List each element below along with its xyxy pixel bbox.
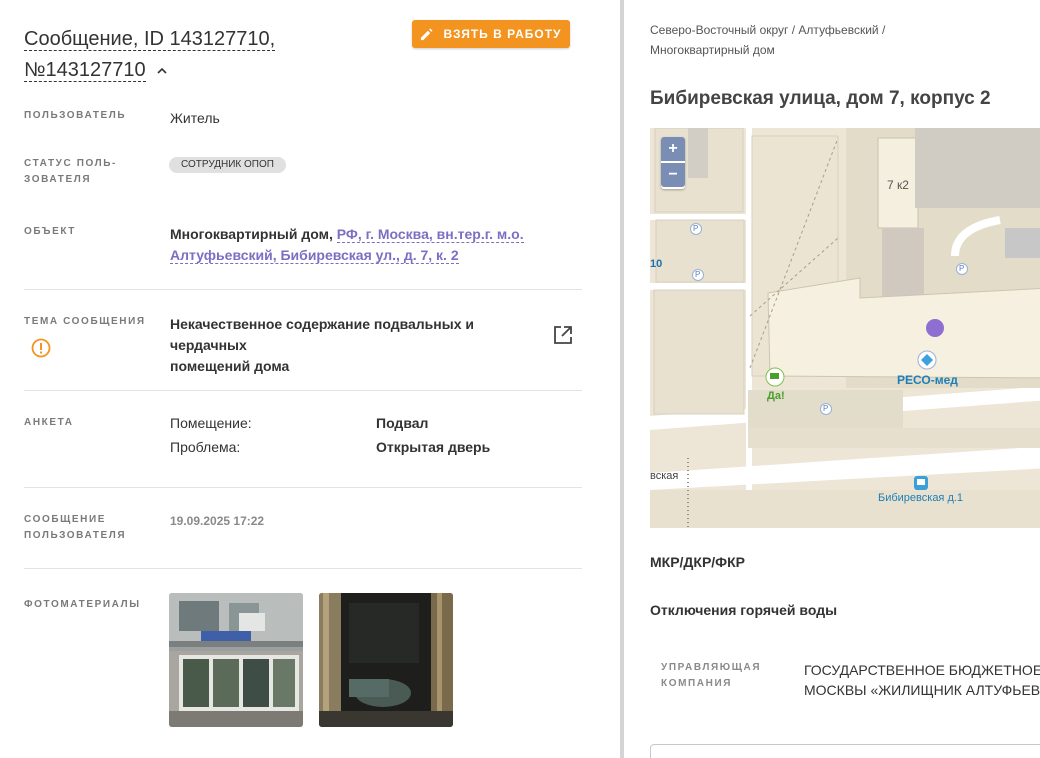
management-company-label-2: КОМПАНИЯ [661,678,733,689]
mkr-section-title: МКР/ДКР/ФКР [650,554,746,570]
management-company-label-1: УПРАВЛЯЮЩАЯ [661,662,762,673]
message-title-line1: Сообщение, ID 143127710, [24,28,276,51]
breadcrumb-line2: Многоквартирный дом [650,43,775,57]
object-address-link-1[interactable]: РФ, г. Москва, вн.тер.г. м.о. [336,226,524,243]
message-title[interactable]: Сообщение, ID 143127710, №143127710 [24,24,404,86]
map-street-label: вская [650,470,679,482]
divider [24,487,582,488]
topic-value: Некачественное содержание подвальных и ч… [170,314,540,377]
map-parking-label: P [959,264,965,273]
form-value-problem: Открытая дверь [376,439,491,455]
management-company-value-2: МОСКВЫ «ЖИЛИЩНИК АЛТУФЬЕВСК [804,682,1040,698]
map-bus-stop[interactable]: Бибиревская д.1 [878,492,963,504]
form-key-room: Помещение: [170,415,252,431]
divider [24,390,582,391]
object-address-title: Бибиревская улица, дом 7, корпус 2 [650,88,991,109]
user-message-date: 19.09.2025 17:22 [170,514,265,528]
object-type: Многоквартирный дом, [170,226,333,242]
map[interactable]: + − 7 к2 РЕСО-мед Да! Бибиревская д.1 вс… [650,128,1040,528]
status-badge: СОТРУДНИК ОПОП [169,157,286,173]
map-building-label: 7 к2 [887,178,909,192]
warning-icon [31,338,51,358]
topic-value-line1: Некачественное содержание подвальных и ч… [170,316,474,353]
user-status-label-2: ЗОВАТЕЛЯ [24,174,92,185]
form-label: АНКЕТА [24,417,74,428]
map-parking-label: P [695,270,701,279]
object-label: ОБЪЕКТ [24,226,77,237]
user-message-label-2: ПОЛЬЗОВАТЕЛЯ [24,530,127,541]
form-value-room: Подвал [376,415,429,431]
map-zoom-in-button[interactable]: + [661,137,685,161]
object-address-link-2[interactable]: Алтуфьевский, Бибиревская ул., д. 7, к. … [170,247,459,264]
user-message-label-1: СООБЩЕНИЕ [24,514,107,525]
breadcrumb-line1: Северо-Восточный округ / Алтуфьевский / [650,23,886,37]
map-zoom-controls: + − [661,137,685,189]
open-external-icon[interactable] [553,325,573,345]
object-value: Многоквартирный дом, РФ, г. Москва, вн.т… [170,224,530,266]
form-key-problem: Проблема: [170,439,241,455]
breadcrumb: Северо-Восточный округ / Алтуфьевский / … [650,20,950,60]
topic-label: ТЕМА СООБЩЕНИЯ [24,316,146,327]
pencil-icon [421,27,434,40]
user-status-label-1: СТАТУС ПОЛЬ- [24,158,117,169]
user-status-label: СТАТУС ПОЛЬ- ЗОВАТЕЛЯ [24,156,117,188]
user-value: Житель [170,110,220,126]
map-parking-label: P [823,404,829,413]
user-message-label: СООБЩЕНИЕ ПОЛЬЗОВАТЕЛЯ [24,512,126,544]
management-company-value: ГОСУДАРСТВЕННОЕ БЮДЖЕТНОЕ УЧ МОСКВЫ «ЖИЛ… [804,660,1040,700]
take-to-work-button[interactable]: ВЗЯТЬ В РАБОТУ [412,20,570,48]
map-zoom-out-button[interactable]: − [661,163,685,187]
map-poi-reso[interactable]: РЕСО-мед [897,373,958,387]
take-to-work-label: ВЗЯТЬ В РАБОТУ [443,27,562,41]
object-panel: Северо-Восточный округ / Алтуфьевский / … [624,0,1040,758]
photo-thumbnail-2[interactable] [319,593,453,727]
photo-thumbnail-1[interactable] [169,593,303,727]
divider [24,568,582,569]
map-poi-da[interactable]: Да! [767,390,785,402]
hot-water-section-title: Отключения горячей воды [650,602,838,618]
topic-value-line2: помещений дома [170,358,290,374]
message-title-line2: №143127710 [24,59,146,82]
photos-label: ФОТОМАТЕРИАЛЫ [24,599,141,610]
map-house-number: 10 [650,258,663,270]
management-company-label: УПРАВЛЯЮЩАЯ КОМПАНИЯ [661,660,761,692]
map-parking-label: P [693,224,699,233]
management-company-value-1: ГОСУДАРСТВЕННОЕ БЮДЖЕТНОЕ УЧ [804,662,1040,678]
divider [24,289,582,290]
chevron-up-icon[interactable] [157,66,167,76]
user-label: ПОЛЬЗОВАТЕЛЬ [24,110,127,121]
message-panel: Сообщение, ID 143127710, №143127710 ВЗЯТ… [0,0,620,758]
bottom-input-field[interactable] [650,744,1040,758]
